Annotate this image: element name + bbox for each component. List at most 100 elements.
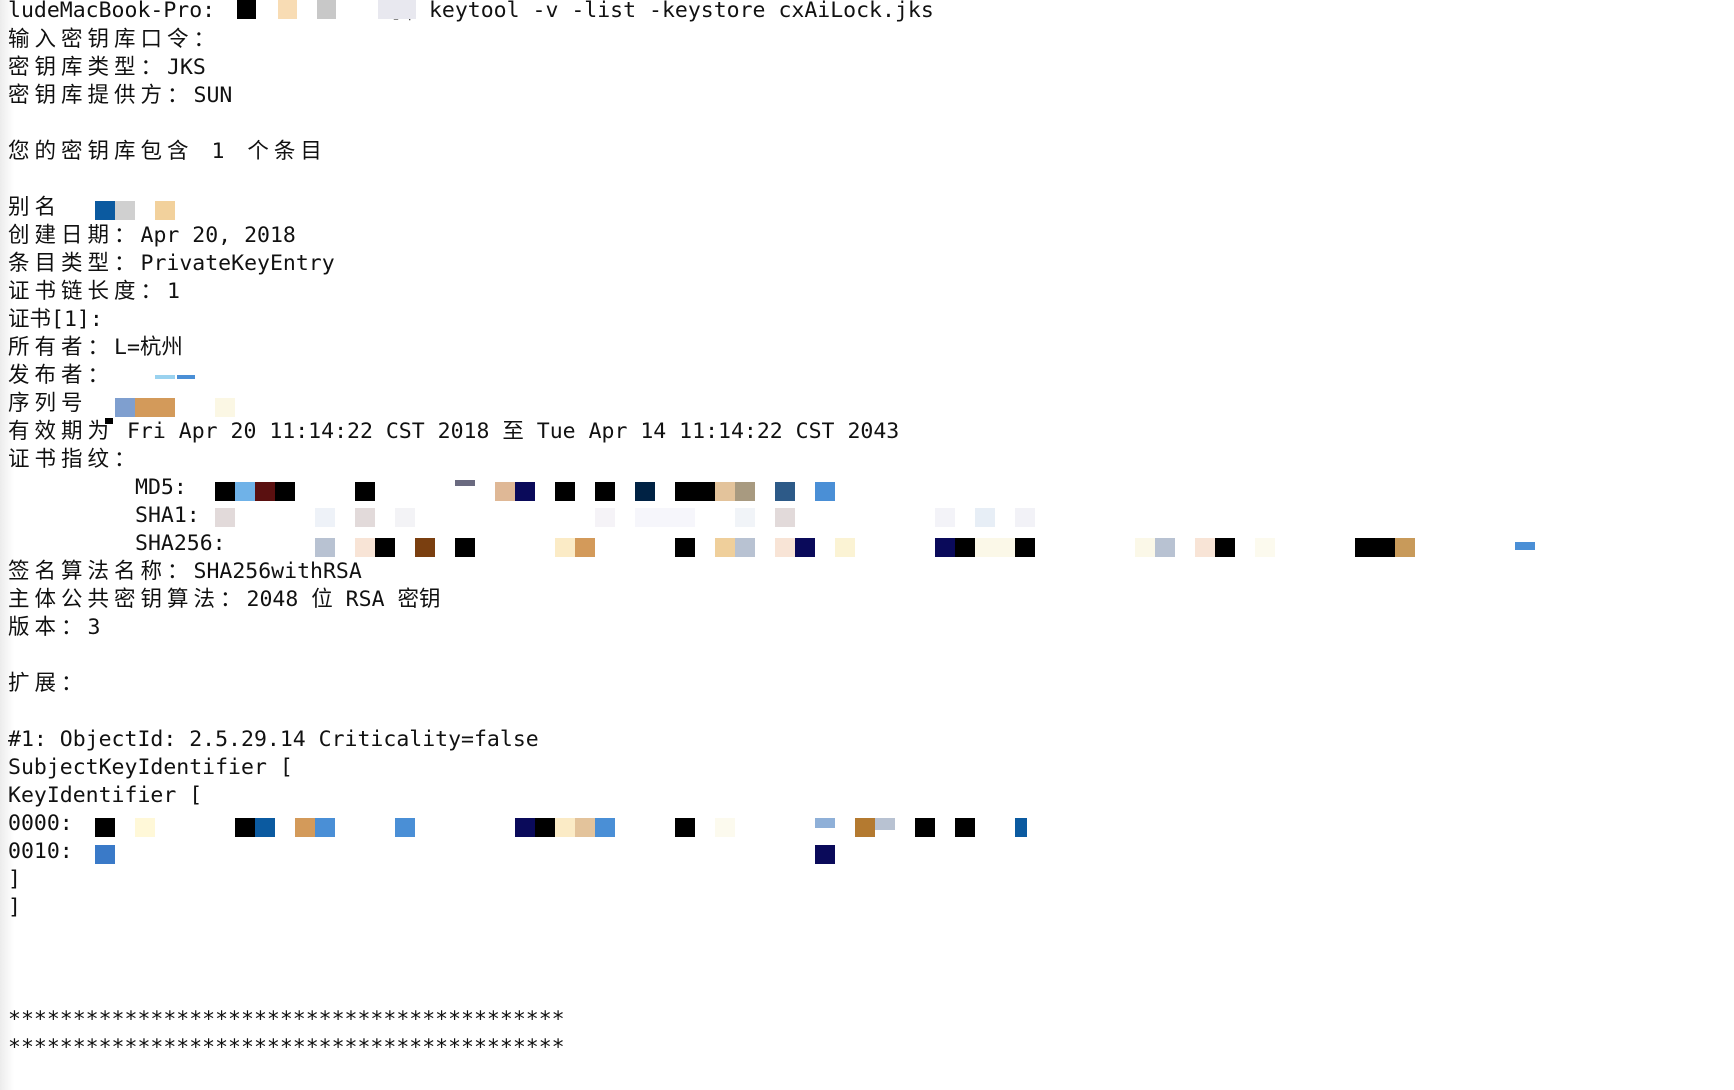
- serial-label: 序列号: [8, 391, 88, 416]
- redaction-block: [575, 818, 595, 837]
- closing-bracket-1: ]: [8, 867, 21, 892]
- redaction-block: [255, 482, 275, 501]
- redaction-block: [515, 818, 535, 837]
- redaction-block: [115, 201, 135, 220]
- signature-algorithm-value: SHA256withRSA: [193, 559, 362, 584]
- keystore-type-value: JKS: [167, 55, 206, 80]
- redaction-block: [935, 508, 955, 527]
- redaction-block: [775, 508, 795, 527]
- redaction-block: [177, 375, 195, 379]
- closing-bracket-2: ]: [8, 895, 21, 920]
- redaction-block: [935, 538, 955, 557]
- validity-value: Fri Apr 20 11:14:22 CST 2018 至 Tue Apr 1…: [126, 419, 900, 444]
- redaction-block: [395, 818, 415, 837]
- subject-key-identifier-line: SubjectKeyIdentifier [: [8, 755, 293, 780]
- redaction-block: [1515, 542, 1535, 550]
- prompt-host: ludeMacBook-Pro:: [8, 0, 216, 23]
- redaction-block: [1395, 538, 1415, 557]
- redaction-block: [1135, 538, 1155, 557]
- redaction-block: [135, 818, 155, 837]
- keystore-provider-line: 密钥库提供方：SUN: [8, 83, 233, 108]
- redaction-block: [815, 818, 835, 828]
- entry-type-line: 条目类型：PrivateKeyEntry: [8, 251, 335, 276]
- redaction-block: [215, 508, 235, 527]
- redaction-block: [135, 398, 175, 417]
- redaction-block: [675, 538, 695, 557]
- prompt-line: ludeMacBook-Pro:]$ keytool -v -list -key…: [8, 0, 934, 25]
- redaction-block: [495, 482, 515, 501]
- chain-length-value: 1: [167, 279, 180, 304]
- redaction-block: [1195, 538, 1215, 557]
- redaction-block: [155, 201, 175, 220]
- alias-label: 别名: [8, 195, 62, 220]
- redaction-block: [555, 538, 575, 557]
- extension-1-header: #1: ObjectId: 2.5.29.14 Criticality=fals…: [8, 727, 539, 752]
- redaction-block: [1355, 538, 1395, 557]
- redaction-block: [555, 482, 575, 501]
- keystore-provider-value: SUN: [193, 83, 233, 108]
- redaction-block: [155, 375, 175, 379]
- extensions-label: 扩展：: [8, 671, 88, 696]
- terminal-window[interactable]: ludeMacBook-Pro:]$ keytool -v -list -key…: [0, 0, 1734, 1090]
- redaction-block: [715, 538, 735, 557]
- redaction-block: [715, 482, 735, 501]
- sha256-label: SHA256:: [135, 531, 226, 556]
- redaction-block: [115, 398, 135, 417]
- keystore-type-line: 密钥库类型：JKS: [8, 55, 206, 80]
- redaction-block: [415, 538, 435, 557]
- redaction-block: [95, 818, 115, 837]
- creation-date-value: Apr 20, 2018: [140, 223, 296, 248]
- redaction-block: [795, 538, 815, 557]
- chain-length-line: 证书链长度：1: [8, 279, 180, 304]
- redaction-block: [455, 538, 475, 557]
- version-value: 3: [87, 615, 101, 640]
- redaction-block: [775, 538, 795, 557]
- redaction-block: [278, 0, 297, 19]
- redaction-block: [315, 508, 335, 527]
- redaction-block: [317, 0, 336, 19]
- redaction-block: [235, 818, 255, 837]
- hex-row-0000: 0000:: [8, 811, 73, 836]
- redaction-block: [575, 538, 595, 557]
- owner-value: L=杭州: [114, 335, 183, 360]
- keystore-summary: 您的密钥库包含 1 个条目: [8, 139, 327, 164]
- redaction-block: [635, 482, 655, 501]
- redaction-block: [635, 508, 695, 527]
- redaction-block: [535, 818, 555, 837]
- redaction-block: [375, 538, 395, 557]
- cert-index-line: 证书[1]:: [8, 307, 103, 332]
- redaction-block: [835, 538, 855, 557]
- md5-label: MD5:: [135, 475, 187, 500]
- redaction-block: [215, 482, 235, 501]
- redaction-block: [1155, 538, 1175, 557]
- redaction-block: [355, 482, 375, 501]
- redaction-block: [735, 538, 755, 557]
- redaction-block: [775, 482, 795, 501]
- key-identifier-line: KeyIdentifier [: [8, 783, 203, 808]
- version-line: 版本：3: [8, 615, 101, 640]
- validity-line: 有效期为 Fri Apr 20 11:14:22 CST 2018 至 Tue …: [8, 419, 900, 444]
- redaction-block: [735, 482, 755, 501]
- public-key-algorithm-line: 主体公共密钥算法：2048 位 RSA 密钥: [8, 587, 441, 612]
- redaction-block: [215, 398, 235, 417]
- redaction-block: [955, 818, 975, 837]
- separator-stars-2: ****************************************…: [8, 1035, 565, 1060]
- redaction-block: [355, 538, 375, 557]
- redaction-block: [275, 482, 295, 501]
- password-prompt: 输入密钥库口令：: [8, 27, 221, 52]
- redaction-block: [515, 482, 535, 501]
- redaction-block: [675, 818, 695, 837]
- redaction-block: [455, 480, 475, 486]
- redaction-block: [1215, 538, 1235, 557]
- entry-type-value: PrivateKeyEntry: [140, 251, 335, 276]
- redaction-block: [915, 818, 935, 837]
- redaction-block: [595, 482, 615, 501]
- separator-stars-1: ****************************************…: [8, 1007, 565, 1032]
- issuer-label: 发布者：: [8, 363, 115, 388]
- redaction-block: [315, 538, 335, 557]
- redaction-block: [237, 0, 256, 19]
- redaction-block: [815, 845, 835, 864]
- public-key-algorithm-value: 2048 位 RSA 密钥: [246, 587, 441, 612]
- redaction-block: [595, 508, 615, 527]
- redaction-block: [675, 482, 715, 501]
